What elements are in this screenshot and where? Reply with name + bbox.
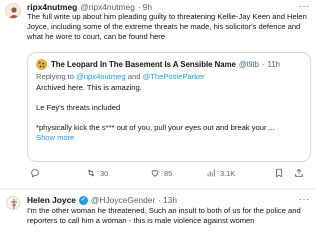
quoted-author-name[interactable]: The Leopard In The Basement Is A Sensibl… <box>51 60 236 69</box>
view-count: 3.1K <box>220 168 236 178</box>
mention-link[interactable]: @ThePosieParker <box>143 72 205 81</box>
verified-badge-icon: ✓ <box>78 195 88 205</box>
timestamp[interactable]: 13h <box>163 194 177 206</box>
quoted-text-line: *physically kick the s*** out of you, pu… <box>36 123 275 132</box>
reply-button[interactable] <box>30 166 44 180</box>
heart-icon <box>151 170 159 177</box>
tweet-text: I'm the other woman he threatened. Such … <box>27 206 301 225</box>
replying-to-line: Replying to @ripx4nutmeg and @ThePosiePa… <box>36 72 302 82</box>
mention-link[interactable]: @ripx4nutmeg <box>76 72 126 81</box>
quoted-tweet[interactable]: The Leopard In The Basement Is A Sensibl… <box>27 52 311 162</box>
author-name[interactable]: Helen Joyce <box>27 194 76 206</box>
share-button[interactable] <box>294 166 308 180</box>
action-bar: 30 85 3.1K <box>30 166 310 180</box>
share-icon <box>295 168 303 177</box>
tweet-header: Helen Joyce ✓ @HJoyceGender · 13h ··· <box>27 194 310 206</box>
retweet-count: 30 <box>100 168 109 178</box>
retweet-button[interactable]: 30 <box>86 166 108 180</box>
tweet-text: The full write up about him pleading gui… <box>27 12 307 41</box>
quoted-author-handle[interactable]: @tlitb <box>239 60 259 69</box>
and-label: and <box>127 72 141 81</box>
views-button[interactable]: 3.1K <box>206 166 235 180</box>
quoted-timestamp[interactable]: 11h <box>268 60 280 69</box>
quoted-text-line: Archived here. This is amazing. <box>36 83 142 92</box>
separator-dot: · <box>158 195 162 205</box>
author-handle[interactable]: @HJoyceGender <box>91 194 155 206</box>
views-chart-icon <box>207 169 215 177</box>
separator-dot: · <box>261 60 265 69</box>
leopard-avatar-icon <box>36 59 47 70</box>
bookmark-button[interactable] <box>274 166 288 180</box>
avatar[interactable] <box>5 3 21 19</box>
retweet-icon <box>87 169 95 177</box>
bookmark-icon <box>276 168 282 178</box>
avatar[interactable] <box>6 196 20 210</box>
replying-to-label: Replying to <box>36 72 74 81</box>
more-options-icon[interactable]: ··· <box>299 194 311 206</box>
quoted-text-line: Le Fey's threats included <box>36 103 121 112</box>
like-button[interactable]: 85 <box>150 166 172 180</box>
like-count: 85 <box>164 168 173 178</box>
quoted-tweet-header: The Leopard In The Basement Is A Sensibl… <box>36 59 302 70</box>
show-more-link[interactable]: Show more <box>36 133 302 143</box>
reply-icon <box>31 169 39 178</box>
